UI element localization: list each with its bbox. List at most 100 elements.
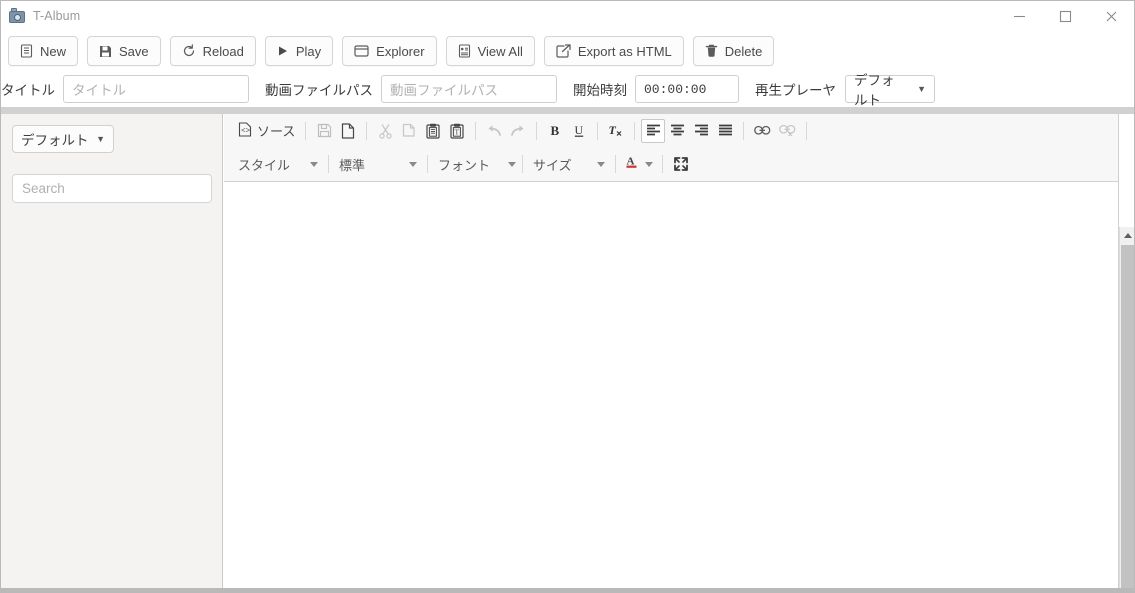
delete-button-label: Delete xyxy=(724,43,763,59)
video-path-input[interactable]: 動画ファイルパス xyxy=(381,75,557,103)
svg-text:B: B xyxy=(550,123,559,138)
metadata-form: タイトル タイトル 動画ファイルパス 動画ファイルパス 開始時刻 00:00:0… xyxy=(1,71,1134,108)
trash-icon xyxy=(705,44,718,58)
toolbar-separator xyxy=(743,121,745,140)
toolbar-separator xyxy=(475,121,477,140)
chevron-down-icon xyxy=(409,161,417,167)
editor-maximize-button[interactable] xyxy=(669,152,693,176)
editor-undo-button[interactable] xyxy=(482,119,506,143)
export-as-html-button[interactable]: Export as HTML xyxy=(543,36,684,66)
scrollbar-thumb[interactable] xyxy=(1121,245,1134,592)
editor-content-area[interactable] xyxy=(224,182,1118,592)
explorer-button[interactable]: Explorer xyxy=(342,36,437,66)
toolbar-separator xyxy=(536,121,538,140)
editor-align-left-button[interactable] xyxy=(641,118,666,143)
application-window: T-Album New Save Reload Play Explorer Vi… xyxy=(0,0,1135,593)
editor-font-select[interactable]: フォント xyxy=(434,152,517,176)
list-icon xyxy=(458,44,471,58)
player-label: 再生プレーヤ xyxy=(755,83,836,98)
save-button-label: Save xyxy=(119,43,149,59)
rich-text-editor: <> ソース T B U T スタイル 標準 フォント サイズ A xyxy=(224,114,1119,592)
chevron-down-icon xyxy=(508,161,517,167)
toolbar-separator xyxy=(305,121,307,140)
editor-align-center-button[interactable] xyxy=(665,119,689,143)
close-icon[interactable] xyxy=(1088,1,1134,31)
svg-text:<>: <> xyxy=(241,127,251,135)
editor-paste-as-text-button[interactable]: T xyxy=(445,119,469,143)
floppy-disk-icon xyxy=(99,45,112,58)
window-bottom-edge xyxy=(1,588,1134,592)
editor-toolbar: <> ソース T B U T スタイル 標準 フォント サイズ A xyxy=(224,114,1118,182)
toolbar-separator xyxy=(634,121,636,140)
delete-button[interactable]: Delete xyxy=(692,36,775,66)
toolbar-separator xyxy=(597,121,599,140)
player-select[interactable]: デフォルト ▼ xyxy=(845,73,935,108)
scroll-up-icon[interactable] xyxy=(1120,227,1134,243)
view-all-button-label: View All xyxy=(477,43,523,59)
source-code-icon: <> xyxy=(238,121,252,140)
chevron-down-icon xyxy=(645,161,653,167)
editor-unlink-button[interactable] xyxy=(775,119,800,143)
source-button-label: ソース xyxy=(257,124,296,139)
toolbar-separator xyxy=(427,155,428,173)
editor-format-select[interactable]: 標準 xyxy=(335,152,421,176)
window-title: T-Album xyxy=(33,9,81,23)
editor-paste-button[interactable] xyxy=(421,119,445,143)
sidebar-category-value: デフォルト xyxy=(21,133,89,148)
toolbar-separator xyxy=(662,155,663,173)
minimize-icon[interactable] xyxy=(996,1,1042,31)
editor-size-select[interactable]: サイズ xyxy=(529,152,609,176)
editor-font-value: フォント xyxy=(438,157,491,173)
editor-bold-button[interactable]: B xyxy=(543,119,567,143)
toolbar-separator xyxy=(615,155,616,173)
editor-copy-button[interactable] xyxy=(397,119,421,143)
toolbar-separator xyxy=(806,121,808,140)
horizontal-divider xyxy=(1,107,1134,114)
window-icon xyxy=(354,45,369,57)
source-button[interactable]: <> ソース xyxy=(234,119,299,143)
chevron-down-icon xyxy=(597,161,605,167)
editor-text-color-button[interactable]: A xyxy=(622,152,656,176)
title-input[interactable]: タイトル xyxy=(63,75,249,103)
content-area: デフォルト ▼ Search <> ソース T B U T スタイル 標準 フォ… xyxy=(1,114,1134,592)
editor-toolbar-row-1: <> ソース T B U T xyxy=(224,114,1118,147)
editor-cut-button[interactable] xyxy=(373,119,397,143)
start-time-label: 開始時刻 xyxy=(573,83,627,98)
view-all-button[interactable]: View All xyxy=(445,36,535,66)
vertical-scrollbar[interactable] xyxy=(1119,227,1134,592)
title-label: タイトル xyxy=(1,83,55,98)
player-select-value: デフォルト xyxy=(854,73,895,108)
sidebar-category-select[interactable]: デフォルト ▼ xyxy=(12,125,114,153)
share-export-icon xyxy=(556,44,571,58)
main-toolbar: New Save Reload Play Explorer View All E… xyxy=(1,32,1134,70)
chevron-down-icon: ▼ xyxy=(917,83,926,94)
start-time-input[interactable]: 00:00:00 xyxy=(635,75,739,103)
editor-size-value: サイズ xyxy=(533,157,572,173)
toolbar-separator xyxy=(328,155,329,173)
editor-new-page-button[interactable] xyxy=(336,119,360,143)
editor-underline-button[interactable]: U xyxy=(567,119,591,143)
search-input[interactable]: Search xyxy=(12,174,212,203)
play-button[interactable]: Play xyxy=(264,36,334,66)
document-icon xyxy=(20,44,33,58)
explorer-button-label: Explorer xyxy=(376,43,425,59)
svg-text:U: U xyxy=(574,123,583,137)
editor-align-right-button[interactable] xyxy=(689,119,713,143)
title-bar: T-Album xyxy=(1,1,1134,31)
toolbar-separator xyxy=(522,155,523,173)
new-button[interactable]: New xyxy=(8,36,79,66)
editor-redo-button[interactable] xyxy=(506,119,530,143)
editor-styles-select[interactable]: スタイル xyxy=(234,152,322,176)
reload-button-label: Reload xyxy=(202,43,244,59)
reload-button[interactable]: Reload xyxy=(169,36,256,66)
save-button[interactable]: Save xyxy=(87,36,161,66)
editor-remove-format-button[interactable]: T xyxy=(604,119,628,143)
editor-toolbar-row-2: スタイル 標準 フォント サイズ A xyxy=(224,147,1118,181)
camera-icon xyxy=(9,8,25,24)
editor-format-value: 標準 xyxy=(339,157,366,173)
editor-save-button[interactable] xyxy=(312,119,336,143)
editor-align-justify-button[interactable] xyxy=(713,119,737,143)
maximize-icon[interactable] xyxy=(1042,1,1088,31)
text-color-a-icon: A xyxy=(625,154,639,174)
editor-link-button[interactable] xyxy=(750,119,775,143)
